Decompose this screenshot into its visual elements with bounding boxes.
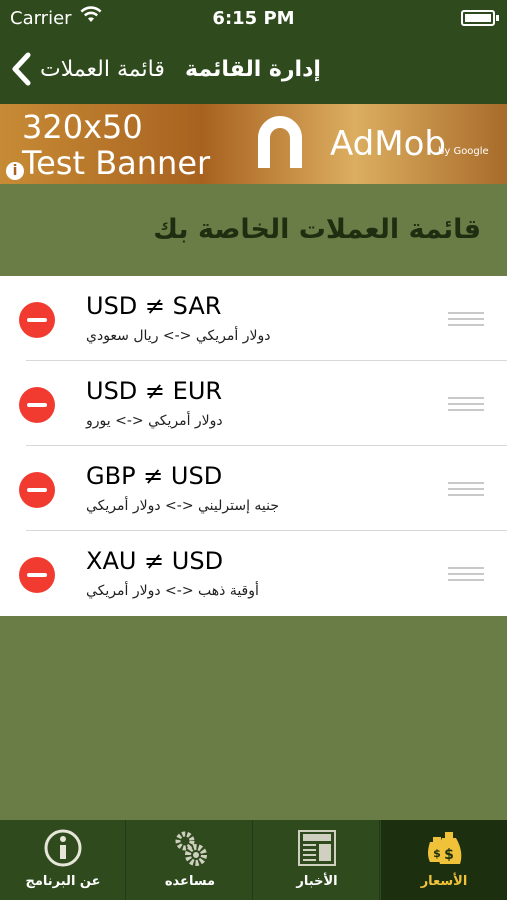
navigation-bar: قائمة العملات إدارة القائمة	[0, 38, 507, 104]
tab-bar: عن البرنامج مساعده الأخبار $ $ الأسعار	[0, 820, 507, 900]
list-item: GBP ≠ USD جنيه إسترليني <-> دولار أمريكي	[0, 446, 507, 531]
by-google-text: by Google	[438, 146, 489, 157]
tab-help[interactable]: مساعده	[127, 820, 253, 900]
delete-icon[interactable]	[19, 387, 55, 423]
banner-size-text: 320x50	[22, 108, 143, 146]
list-item: XAU ≠ USD أوقية ذهب <-> دولار أمريكي	[0, 531, 507, 616]
tab-label: الأسعار	[420, 874, 468, 889]
currency-names: أوقية ذهب <-> دولار أمريكي	[86, 583, 259, 599]
currency-names: دولار أمريكي <-> ريال سعودي	[86, 328, 271, 344]
currency-pair: GBP ≠ USD	[86, 462, 223, 490]
news-icon	[297, 828, 337, 868]
list-item: USD ≠ EUR دولار أمريكي <-> يورو	[0, 361, 507, 446]
svg-text:$: $	[444, 847, 454, 863]
info-icon	[43, 828, 83, 868]
tab-label: الأخبار	[296, 874, 338, 889]
money-bags-icon: $ $	[424, 828, 464, 868]
currency-pair: USD ≠ SAR	[86, 292, 222, 320]
admob-brand: AdMob	[330, 124, 446, 164]
clock: 6:15 PM	[212, 8, 295, 29]
delete-icon[interactable]	[19, 472, 55, 508]
banner-test-text: Test Banner	[22, 144, 211, 182]
currency-pair: XAU ≠ USD	[86, 547, 224, 575]
tab-label: مساعده	[164, 874, 216, 889]
list-item: USD ≠ SAR دولار أمريكي <-> ريال سعودي	[0, 276, 507, 361]
chevron-left-icon[interactable]	[10, 52, 32, 92]
currency-list: USD ≠ SAR دولار أمريكي <-> ريال سعودي US…	[0, 276, 507, 616]
reorder-handle-icon[interactable]	[448, 567, 484, 585]
currency-names: دولار أمريكي <-> يورو	[86, 413, 223, 429]
currency-pair: USD ≠ EUR	[86, 377, 223, 405]
delete-icon[interactable]	[19, 302, 55, 338]
svg-text:$: $	[433, 847, 441, 860]
back-button[interactable]: قائمة العملات	[40, 57, 165, 82]
tab-news[interactable]: الأخبار	[254, 820, 380, 900]
section-header: قائمة العملات الخاصة بك	[0, 184, 507, 276]
reorder-handle-icon[interactable]	[448, 312, 484, 330]
section-title: قائمة العملات الخاصة بك	[153, 214, 481, 245]
battery-icon	[461, 10, 499, 26]
currency-names: جنيه إسترليني <-> دولار أمريكي	[86, 498, 280, 514]
page-title: إدارة القائمة	[185, 57, 321, 82]
delete-icon[interactable]	[19, 557, 55, 593]
ad-info-icon[interactable]: i	[6, 162, 24, 180]
ad-banner[interactable]: 320x50 Test Banner AdMob by Google i	[0, 104, 507, 184]
tab-label: عن البرنامج	[25, 874, 101, 889]
tab-prices[interactable]: $ $ الأسعار	[381, 820, 507, 900]
gears-icon	[170, 828, 210, 868]
admob-logo-icon	[256, 116, 314, 174]
reorder-handle-icon[interactable]	[448, 482, 484, 500]
status-bar: Carrier 6:15 PM	[0, 0, 507, 38]
tab-about[interactable]: عن البرنامج	[0, 820, 126, 900]
reorder-handle-icon[interactable]	[448, 397, 484, 415]
